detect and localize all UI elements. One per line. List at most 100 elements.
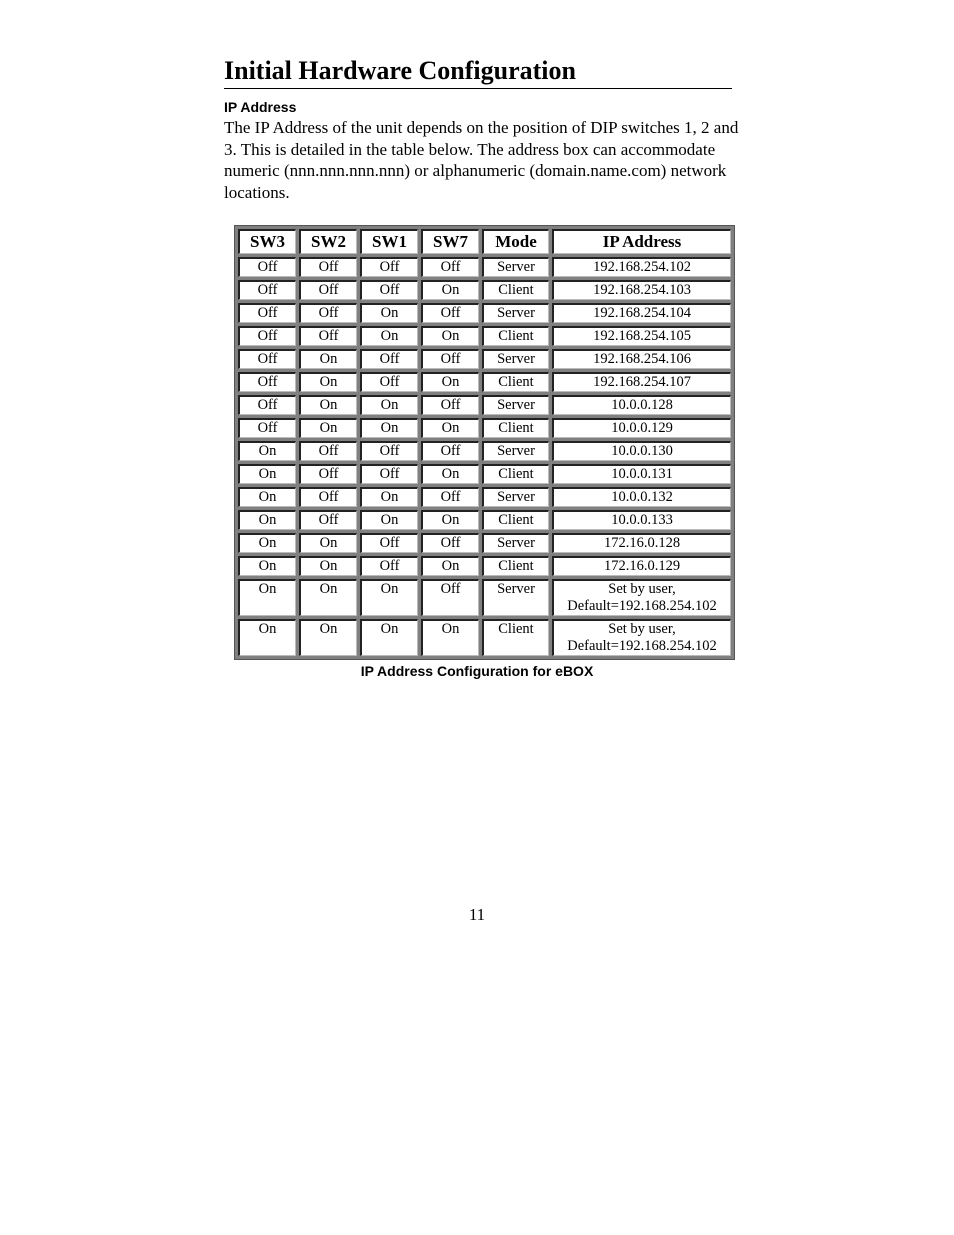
cell-sw2: Off [299,280,357,300]
cell-sw3: On [238,556,296,576]
table-row: On Off Off Off Server 10.0.0.130 [238,441,731,461]
cell-sw1: Off [360,556,418,576]
cell-sw2: On [299,395,357,415]
table-row: On Off Off On Client 10.0.0.131 [238,464,731,484]
cell-ip-address: 192.168.254.103 [552,280,731,300]
cell-mode: Client [482,418,549,438]
cell-mode: Client [482,510,549,530]
cell-ip-address: 10.0.0.129 [552,418,731,438]
cell-ip-address: 10.0.0.131 [552,464,731,484]
cell-sw1: On [360,510,418,530]
cell-sw3: On [238,464,296,484]
ip-config-table: SW3 SW2 SW1 SW7 Mode IP Address Off Off Of… [234,225,735,660]
cell-sw1: Off [360,257,418,277]
header-sw3: SW3 [238,229,296,254]
table-row: Off On Off Off Server 192.168.254.106 [238,349,731,369]
cell-sw7: On [421,326,479,346]
cell-sw7: Off [421,487,479,507]
cell-sw2: On [299,556,357,576]
cell-ip-address: 192.168.254.102 [552,257,731,277]
table-row: Off Off On On Client 192.168.254.105 [238,326,731,346]
cell-sw7: Off [421,441,479,461]
cell-sw7: On [421,556,479,576]
cell-mode: Server [482,257,549,277]
cell-mode: Server [482,441,549,461]
cell-sw3: Off [238,280,296,300]
cell-ip-address: 172.16.0.128 [552,533,731,553]
cell-ip-address: Set by user, Default=192.168.254.102 [552,579,731,616]
cell-sw1: On [360,326,418,346]
table-row: On On Off On Client 172.16.0.129 [238,556,731,576]
cell-sw2: On [299,418,357,438]
cell-sw1: On [360,619,418,656]
cell-sw3: On [238,487,296,507]
cell-sw7: On [421,464,479,484]
cell-sw7: Off [421,533,479,553]
table-caption: IP Address Configuration for eBOX [360,663,594,679]
cell-sw7: On [421,418,479,438]
body-paragraph: The IP Address of the unit depends on th… [224,118,739,203]
cell-sw3: Off [238,372,296,392]
cell-mode: Server [482,349,549,369]
cell-ip-address: 172.16.0.129 [552,556,731,576]
cell-sw3: On [238,441,296,461]
cell-mode: Client [482,326,549,346]
cell-sw3: Off [238,303,296,323]
cell-ip-address: 10.0.0.128 [552,395,731,415]
table-row: Off Off Off Off Server 192.168.254.102 [238,257,731,277]
table-row: On On Off Off Server 172.16.0.128 [238,533,731,553]
cell-mode: Client [482,619,549,656]
cell-ip-address: 192.168.254.105 [552,326,731,346]
cell-sw3: Off [238,418,296,438]
cell-sw2: Off [299,303,357,323]
cell-sw1: Off [360,372,418,392]
cell-sw7: On [421,280,479,300]
cell-sw2: On [299,619,357,656]
cell-sw1: Off [360,280,418,300]
cell-sw2: On [299,579,357,616]
cell-sw7: Off [421,395,479,415]
cell-sw2: Off [299,441,357,461]
cell-sw1: On [360,418,418,438]
cell-sw1: On [360,395,418,415]
cell-sw7: Off [421,257,479,277]
cell-sw2: On [299,533,357,553]
section-heading: IP Address [224,99,297,115]
cell-ip-address: 10.0.0.132 [552,487,731,507]
cell-sw3: Off [238,326,296,346]
cell-mode: Client [482,280,549,300]
cell-sw2: Off [299,487,357,507]
cell-ip-address: 10.0.0.133 [552,510,731,530]
ip-config-table-container: SW3 SW2 SW1 SW7 Mode IP Address Off Off Of… [234,225,735,660]
cell-sw1: Off [360,533,418,553]
cell-sw1: On [360,487,418,507]
cell-mode: Server [482,395,549,415]
table-row: On On On Off Server Set by user, Default=192.… [238,579,731,616]
cell-sw2: Off [299,464,357,484]
cell-sw3: Off [238,257,296,277]
cell-mode: Client [482,372,549,392]
cell-sw1: Off [360,349,418,369]
cell-sw2: Off [299,326,357,346]
table-row: Off Off On Off Server 192.168.254.104 [238,303,731,323]
cell-sw3: On [238,619,296,656]
cell-sw2: On [299,372,357,392]
table-row: Off On On On Client 10.0.0.129 [238,418,731,438]
header-mode: Mode [482,229,549,254]
cell-ip-address: 192.168.254.104 [552,303,731,323]
cell-sw3: On [238,510,296,530]
cell-sw7: Off [421,349,479,369]
cell-mode: Client [482,464,549,484]
cell-sw7: Off [421,579,479,616]
cell-sw3: Off [238,349,296,369]
header-sw2: SW2 [299,229,357,254]
page-number: 11 [468,905,486,924]
cell-mode: Client [482,556,549,576]
header-sw7: SW7 [421,229,479,254]
cell-sw2: Off [299,257,357,277]
page-title: Initial Hardware Configuration [224,54,732,89]
header-sw1: SW1 [360,229,418,254]
cell-mode: Server [482,579,549,616]
cell-sw3: On [238,579,296,616]
table-row: Off On Off On Client 192.168.254.107 [238,372,731,392]
